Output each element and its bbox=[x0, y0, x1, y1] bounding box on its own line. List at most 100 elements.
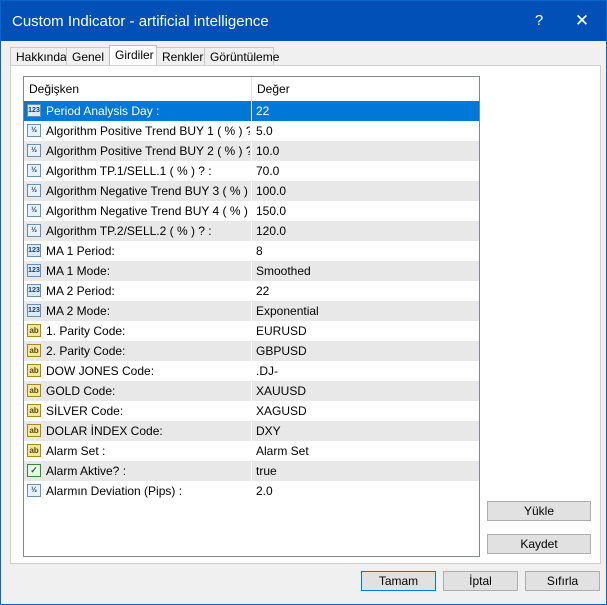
cell-divider bbox=[251, 381, 252, 401]
custom-indicator-dialog: Custom Indicator - artificial intelligen… bbox=[0, 0, 607, 605]
table-row[interactable]: ab GOLD Code: XAUUSD bbox=[24, 381, 479, 401]
row-value[interactable]: 8 bbox=[256, 241, 263, 261]
table-row[interactable]: ab DOW JONES Code: .DJ- bbox=[24, 361, 479, 381]
string-icon: ab bbox=[27, 384, 41, 397]
row-variable-name: Alarm Aktive? : bbox=[46, 464, 127, 478]
double-icon: ½ bbox=[27, 164, 41, 177]
row-variable-name: Period Analysis Day : bbox=[46, 104, 160, 118]
table-row[interactable]: 123 Period Analysis Day : 22 bbox=[24, 101, 479, 121]
row-variable-name: MA 1 Mode: bbox=[46, 264, 111, 278]
row-variable-name: MA 1 Period: bbox=[46, 244, 115, 258]
table-row[interactable]: ½ Algorithm TP.2/SELL.2 ( % ) ? : 120.0 bbox=[24, 221, 479, 241]
string-icon: ab bbox=[27, 424, 41, 437]
cell-divider bbox=[251, 361, 252, 381]
row-value[interactable]: Alarm Set bbox=[256, 441, 309, 461]
cell-divider bbox=[251, 181, 252, 201]
row-value[interactable]: 10.0 bbox=[256, 141, 279, 161]
tab-renkler[interactable]: Renkler bbox=[156, 47, 205, 65]
row-value[interactable]: Exponential bbox=[256, 301, 319, 321]
cell-divider bbox=[251, 401, 252, 421]
cell-divider bbox=[251, 261, 252, 281]
table-row[interactable]: ab DOLAR İNDEX Code: DXY bbox=[24, 421, 479, 441]
row-value[interactable]: XAUUSD bbox=[256, 381, 306, 401]
row-value[interactable]: Smoothed bbox=[256, 261, 311, 281]
row-value[interactable]: 2.0 bbox=[256, 481, 273, 501]
cell-divider bbox=[251, 161, 252, 181]
save-button[interactable]: Kaydet bbox=[487, 534, 591, 554]
row-variable-name: GOLD Code: bbox=[46, 384, 116, 398]
table-row[interactable]: ½ Algorithm Negative Trend BUY 3 ( % ) ? … bbox=[24, 181, 479, 201]
column-divider[interactable] bbox=[251, 77, 252, 101]
row-variable-name: MA 2 Mode: bbox=[46, 304, 111, 318]
table-row[interactable]: 123 MA 2 Period: 22 bbox=[24, 281, 479, 301]
cell-divider bbox=[251, 421, 252, 441]
double-icon: ½ bbox=[27, 144, 41, 157]
double-icon: ½ bbox=[27, 204, 41, 217]
row-variable-name: 2. Parity Code: bbox=[46, 344, 126, 358]
table-row[interactable]: ab 1. Parity Code: EURUSD bbox=[24, 321, 479, 341]
double-icon: ½ bbox=[27, 124, 41, 137]
string-icon: ab bbox=[27, 444, 41, 457]
row-value[interactable]: 70.0 bbox=[256, 161, 279, 181]
bool-icon: ✓ bbox=[27, 464, 41, 477]
grid-header: Değişken Değer bbox=[24, 77, 479, 102]
cell-divider bbox=[251, 461, 252, 481]
row-value[interactable]: GBPUSD bbox=[256, 341, 307, 361]
table-row[interactable]: ½ Alarmın Deviation (Pips) : 2.0 bbox=[24, 481, 479, 501]
table-row[interactable]: 123 MA 1 Period: 8 bbox=[24, 241, 479, 261]
integer-icon: 123 bbox=[27, 244, 41, 257]
row-value[interactable]: 100.0 bbox=[256, 181, 286, 201]
table-row[interactable]: ½ Algorithm Negative Trend BUY 4 ( % ) ? … bbox=[24, 201, 479, 221]
cell-divider bbox=[251, 481, 252, 501]
table-row[interactable]: ½ Algorithm TP.1/SELL.1 ( % ) ? : 70.0 bbox=[24, 161, 479, 181]
row-value[interactable]: 120.0 bbox=[256, 221, 286, 241]
row-variable-name: Algorithm Positive Trend BUY 2 ( % ) ? : bbox=[46, 144, 250, 158]
row-value[interactable]: EURUSD bbox=[256, 321, 307, 341]
table-row[interactable]: ab 2. Parity Code: GBPUSD bbox=[24, 341, 479, 361]
row-variable-name: Algorithm TP.2/SELL.2 ( % ) ? : bbox=[46, 224, 212, 238]
cell-divider bbox=[251, 121, 252, 141]
help-button[interactable]: ? bbox=[521, 5, 557, 37]
string-icon: ab bbox=[27, 404, 41, 417]
row-variable-name: DOLAR İNDEX Code: bbox=[46, 424, 163, 438]
tab-girdiler[interactable]: Girdiler bbox=[109, 45, 157, 66]
integer-icon: 123 bbox=[27, 304, 41, 317]
string-icon: ab bbox=[27, 364, 41, 377]
row-value[interactable]: DXY bbox=[256, 421, 281, 441]
inputs-grid: Değişken Değer 123 Period Analysis Day : 2… bbox=[23, 76, 480, 557]
cell-divider bbox=[251, 201, 252, 221]
cell-divider bbox=[251, 321, 252, 341]
cancel-button[interactable]: İptal bbox=[443, 571, 518, 591]
string-icon: ab bbox=[27, 344, 41, 357]
row-value[interactable]: XAGUSD bbox=[256, 401, 307, 421]
tab-genel[interactable]: Genel bbox=[66, 47, 110, 65]
tab-goruntuleme[interactable]: Görüntüleme bbox=[204, 47, 279, 65]
ok-button[interactable]: Tamam bbox=[361, 571, 436, 591]
table-row[interactable]: 123 MA 2 Mode: Exponential bbox=[24, 301, 479, 321]
row-variable-name: Algorithm Positive Trend BUY 1 ( % ) ? : bbox=[46, 124, 250, 138]
load-button[interactable]: Yükle bbox=[487, 501, 591, 521]
table-row[interactable]: ½ Algorithm Positive Trend BUY 2 ( % ) ? … bbox=[24, 141, 479, 161]
integer-icon: 123 bbox=[27, 104, 41, 117]
table-row[interactable]: ½ Algorithm Positive Trend BUY 1 ( % ) ? … bbox=[24, 121, 479, 141]
column-header-value[interactable]: Değer bbox=[257, 77, 290, 101]
table-row[interactable]: ✓ Alarm Aktive? : true bbox=[24, 461, 479, 481]
close-button[interactable]: ✕ bbox=[564, 5, 600, 37]
row-value[interactable]: 150.0 bbox=[256, 201, 286, 221]
row-variable-name: 1. Parity Code: bbox=[46, 324, 126, 338]
row-variable-name: Algorithm TP.1/SELL.1 ( % ) ? : bbox=[46, 164, 212, 178]
row-value[interactable]: true bbox=[256, 461, 277, 481]
table-row[interactable]: ab Alarm Set : Alarm Set bbox=[24, 441, 479, 461]
row-value[interactable]: 22 bbox=[256, 101, 269, 121]
column-header-variable[interactable]: Değişken bbox=[29, 77, 249, 101]
tab-hakkinda[interactable]: Hakkında bbox=[10, 47, 67, 65]
cell-divider bbox=[251, 221, 252, 241]
table-row[interactable]: ab SİLVER Code: XAGUSD bbox=[24, 401, 479, 421]
row-value[interactable]: .DJ- bbox=[256, 361, 278, 381]
reset-button[interactable]: Sıfırla bbox=[525, 571, 600, 591]
integer-icon: 123 bbox=[27, 284, 41, 297]
row-value[interactable]: 5.0 bbox=[256, 121, 273, 141]
table-row[interactable]: 123 MA 1 Mode: Smoothed bbox=[24, 261, 479, 281]
cell-divider bbox=[251, 141, 252, 161]
row-value[interactable]: 22 bbox=[256, 281, 269, 301]
